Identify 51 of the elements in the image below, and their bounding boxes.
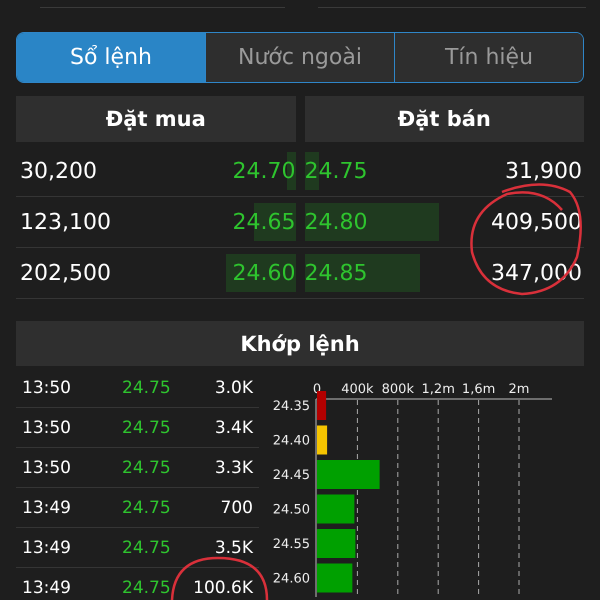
match-time: 13:50	[22, 458, 72, 478]
match-price: 24.75	[122, 418, 172, 438]
buy-volume: 30,200	[19, 158, 97, 184]
bar	[317, 460, 380, 489]
column-header: Đặt bán	[304, 96, 584, 142]
category-label: 24.60	[272, 572, 310, 586]
match-volume: 3.0K	[214, 378, 253, 398]
sell-price: 24.75	[304, 158, 368, 184]
column-header: Đặt mua	[16, 96, 296, 142]
match-price: 24.75	[122, 378, 172, 398]
tick-label: 800k	[382, 382, 414, 397]
sell-volume: 409,500	[491, 210, 583, 234]
tick-label: 1,2m	[422, 382, 455, 397]
bar	[317, 529, 356, 558]
category-label: 24.35	[272, 399, 310, 414]
bar	[317, 494, 354, 524]
section-header: Khớp lệnh	[16, 321, 584, 366]
tab[interactable]: Nước ngoài	[205, 33, 394, 82]
buy-volume: 123,100	[19, 210, 111, 234]
tick-label: 1,6m	[462, 382, 496, 397]
bar	[317, 564, 352, 592]
match-time: 13:50	[22, 418, 72, 438]
match-price: 24.75	[122, 498, 172, 518]
category-label: 24.40	[272, 434, 310, 448]
category-label: 24.55	[272, 537, 310, 552]
match-time: 13:49	[22, 578, 72, 598]
match-time: 13:49	[22, 498, 72, 518]
match-price: 24.75	[122, 538, 172, 558]
buy-price: 24.60	[232, 260, 296, 286]
tick-label: 400k	[341, 382, 374, 397]
tab[interactable]: Tín hiệu	[394, 33, 583, 82]
match-volume: 3.4K	[214, 418, 253, 438]
buy-price: 24.70	[232, 158, 296, 184]
bar	[317, 426, 328, 454]
sell-volume: 31,900	[505, 158, 583, 184]
match-volume: 100.6K	[192, 578, 253, 598]
tick-label: 2m	[508, 382, 530, 397]
buy-volume: 202,500	[19, 260, 111, 286]
buy-price: 24.65	[232, 210, 296, 234]
match-price: 24.75	[122, 458, 172, 478]
match-volume: 700	[220, 498, 253, 518]
sell-price: 24.85	[304, 260, 368, 286]
match-time: 13:50	[22, 378, 72, 398]
match-volume: 3.5K	[214, 538, 253, 558]
category-label: 24.50	[272, 502, 310, 518]
match-price: 24.75	[122, 578, 172, 598]
category-label: 24.45	[272, 468, 310, 483]
match-volume: 3.3K	[214, 458, 253, 478]
match-time: 13:49	[22, 538, 72, 558]
sell-price: 24.80	[304, 210, 368, 234]
tab[interactable]: Sổ lệnh	[17, 33, 205, 82]
